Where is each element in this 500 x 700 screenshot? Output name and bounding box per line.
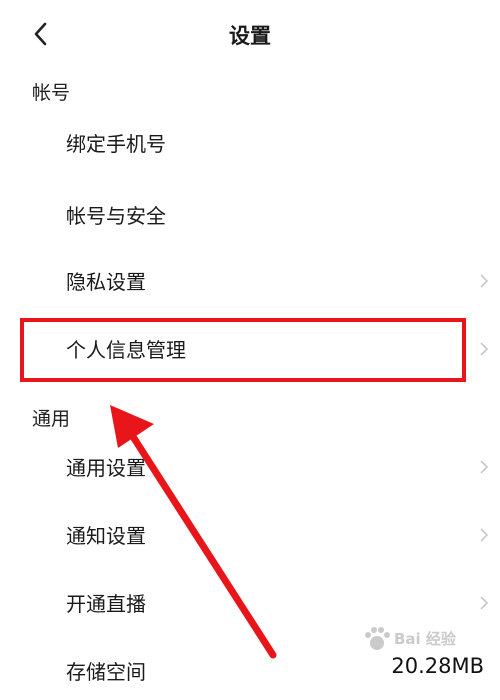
chevron-right-icon xyxy=(480,274,489,288)
chevron-right-icon xyxy=(480,460,489,474)
header-bar: 设置 xyxy=(0,0,500,70)
page-title: 设置 xyxy=(229,24,271,48)
settings-item-general-settings[interactable]: 通用设置 xyxy=(0,436,500,496)
settings-item-bind-phone[interactable]: 绑定手机号 xyxy=(0,112,500,172)
settings-item-account-security[interactable]: 帐号与安全 xyxy=(0,184,500,244)
paw-logo-icon xyxy=(365,627,390,650)
chevron-right-icon xyxy=(480,342,489,356)
watermark-text: Bai 经验 xyxy=(394,630,456,648)
watermark: Bai 经验 xyxy=(360,618,490,658)
settings-item-privacy[interactable]: 隐私设置 xyxy=(0,250,500,310)
settings-item-notification[interactable]: 通知设置 xyxy=(0,504,500,564)
chevron-right-icon xyxy=(480,596,489,610)
settings-item-label: 帐号与安全 xyxy=(66,204,166,228)
settings-item-label: 通知设置 xyxy=(66,524,146,548)
settings-item-personal-info[interactable]: 个人信息管理 xyxy=(0,318,500,378)
settings-item-label: 绑定手机号 xyxy=(66,132,166,156)
chevron-right-icon xyxy=(480,528,489,542)
settings-item-label: 开通直播 xyxy=(66,592,146,616)
settings-item-label: 存储空间 xyxy=(66,660,146,684)
settings-item-label: 通用设置 xyxy=(66,456,146,480)
settings-item-label: 个人信息管理 xyxy=(66,338,186,362)
section-label-general: 通用 xyxy=(32,408,71,430)
section-label-account: 帐号 xyxy=(32,82,71,104)
settings-item-label: 隐私设置 xyxy=(66,270,146,294)
